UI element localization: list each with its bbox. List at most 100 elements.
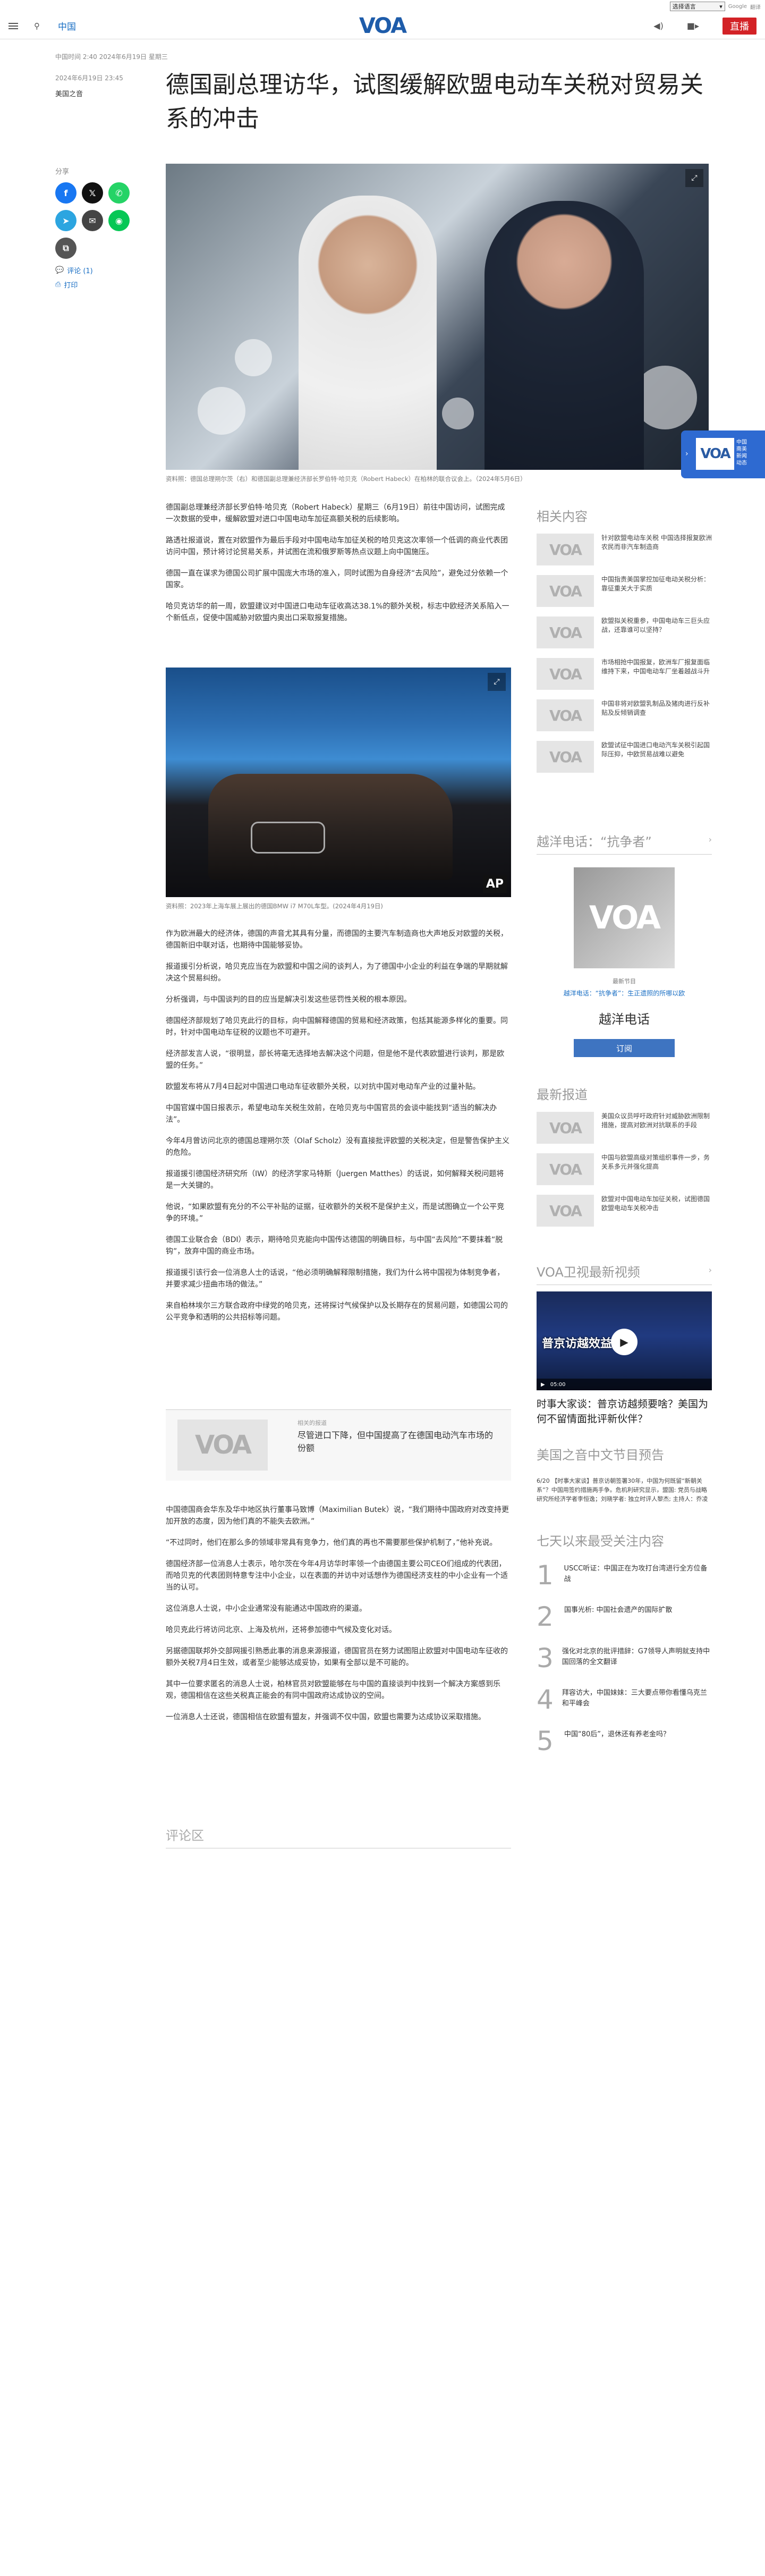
paragraph: 欧盟发布将从7月4日起对中国进口电动车征收额外关税，以对抗中国对电动车产业的过量… <box>166 1083 480 1091</box>
comments-link-label: 评论 (1) <box>67 267 93 275</box>
voa-logo[interactable]: VOA <box>359 14 407 38</box>
list-item[interactable]: VOA 欧盟试征中国进口电动汽车关税引起国际压抑，中欧贸易战难以避免 <box>537 741 712 773</box>
list-item-title: 欧盟试征中国进口电动汽车关税引起国际压抑，中欧贸易战难以避免 <box>601 741 710 758</box>
floating-promo-tab[interactable]: › VOA 中国 南美 新闻 动态 <box>681 430 765 478</box>
list-item[interactable]: VOA 中国非将对欧盟乳制品及猪肉进行反补贴及反倾销调查 <box>537 699 712 731</box>
article-author[interactable]: 美国之音 <box>55 88 83 98</box>
paragraph: 中国官媒中国日报表示，希望电动车关税生效前，在哈贝克与中国官员的会谈中能找到“适… <box>166 1104 497 1124</box>
thumbnail: VOA <box>537 575 594 607</box>
list-item[interactable]: VOA 美国众议员呼吁政府针对威胁欧洲限制措施，提高对欧洲对抗联系的手段 <box>537 1112 712 1144</box>
list-item[interactable]: VOA 中国与欧盟高级对策组织事件一步，务关系多元并强化提高 <box>537 1153 712 1185</box>
list-item[interactable]: VOA 欧盟对中国电动车加征关税，试图德国欧盟电动车关税冲击 <box>537 1195 712 1227</box>
translate-label[interactable]: 翻译 <box>750 3 761 11</box>
print-link-label: 打印 <box>64 282 78 290</box>
list-item-title: USCC听证：中国正在为攻打台湾进行全方位备战 <box>564 1565 708 1583</box>
video-section-title[interactable]: VOA卫视最新视频 › <box>537 1262 712 1285</box>
paragraph: “不过同时，他们在那么多的领域非常具有竞争力，他们真的再也不需要那些保护机制了，… <box>166 1539 497 1547</box>
telegram-icon[interactable]: ➤ <box>55 210 76 231</box>
top7-title: 七天以来最受关注内容 <box>537 1534 664 1549</box>
expand-icon[interactable]: ⤢ <box>488 673 506 691</box>
x-icon[interactable]: 𝕏 <box>82 182 103 204</box>
list-item[interactable]: 3 强化对北京的批评措辞：G7领导人声明就支持中国回落的全文翻译 <box>537 1644 712 1672</box>
menu-icon[interactable] <box>8 22 18 29</box>
hero-image: ⤢ <box>166 164 709 470</box>
nav-china[interactable]: 中国 <box>58 19 76 32</box>
rank-number: 3 <box>537 1643 554 1674</box>
paragraph: 今年4月曾访问北京的德国总理朔尔茨（Olaf Scholz）没有直接批评欧盟的关… <box>166 1137 510 1157</box>
facebook-icon[interactable]: f <box>55 182 76 204</box>
car-caption: 资料照：2023年上海车展上展出的德国BMW i7 M70L车型。(2024年4… <box>166 902 383 910</box>
list-item-title: 中国与欧盟高级对策组织事件一步，务关系多元并强化提高 <box>601 1154 710 1170</box>
article-body-b: 作为欧洲最大的经济体，德国的声音尤其具有分量，而德国的主要汽车制造商也大声地反对… <box>166 928 511 1333</box>
paragraph: 其中一位要求匿名的消息人士说，柏林官员对欧盟能够在与中国的直接谈判中找到一个解决… <box>166 1680 500 1700</box>
podcast-title[interactable]: 越洋电话：“抗争者” › <box>537 831 712 855</box>
search-icon[interactable]: ⚲ <box>34 21 40 31</box>
live-button[interactable]: 直播 <box>722 17 756 35</box>
paragraph: 德国一直在谋求为德国公司扩展中国庞大市场的准入，同时试图为自身经济“去风险”，避… <box>166 569 508 589</box>
list-item[interactable]: VOA 针对欧盟电动车关税 中国选择报复欧洲农民而非汽车制造商 <box>537 534 712 565</box>
comments-section-title: 评论区 <box>166 1825 511 1848</box>
rank-number: 1 <box>537 1560 554 1591</box>
video-icon[interactable]: ■▸ <box>687 21 699 31</box>
paragraph: 一位消息人士还说，德国相信在欧盟有盟友，并强调不仅中国，欧盟也需要为达成协议采取… <box>166 1713 486 1721</box>
promo-text: 中国 南美 新闻 动态 <box>736 440 747 466</box>
paragraph: 报道援引分析说，哈贝克应当在为欧盟和中国之间的谈判人，为了德国中小企业的利益在争… <box>166 962 508 983</box>
chevron-right-icon[interactable]: › <box>685 450 688 458</box>
google-label: Google <box>728 3 747 10</box>
thumbnail: VOA <box>537 1153 594 1185</box>
podcast-title-label: 越洋电话：“抗争者” <box>537 834 652 849</box>
thumbnail: VOA <box>537 534 594 565</box>
list-item-title: 美国众议员呼吁政府针对威胁欧洲限制措施，提高对欧洲对抗联系的手段 <box>601 1112 710 1129</box>
list-item[interactable]: VOA 欧盟拟关税重参，中国电动车三巨头应战，还靠谁可以坚持？ <box>537 616 712 648</box>
latest-episode-label: 最新节目 <box>613 978 636 985</box>
subscribe-button[interactable]: 订阅 <box>574 1039 675 1057</box>
related-story-card[interactable]: VOA 相关的报道 尽管进口下降，但中国提高了在德国电动汽车市场的份额 <box>166 1409 511 1481</box>
paragraph: 来自柏林埃尔三方联合政府中绿党的哈贝克，还将探讨气候保护以及长期存在的贸易问题，… <box>166 1302 508 1322</box>
podcast-name: 越洋电话 <box>599 1012 650 1027</box>
latest-title: 最新报道 <box>537 1087 588 1102</box>
line-icon[interactable]: ◉ <box>108 210 130 231</box>
list-item-title: 拜容访大，中国妹妹：三大要点带你看懂乌克兰和平峰会 <box>562 1689 707 1708</box>
list-item[interactable]: VOA 中国指责美国掌控加征电动关税分析：靠征重关大于实质 <box>537 575 712 607</box>
email-icon[interactable]: ✉ <box>82 210 103 231</box>
play-small-icon[interactable]: ▶ <box>541 1382 545 1388</box>
video-overlay-title: 普京访越效益 <box>542 1337 613 1350</box>
video-player[interactable]: 普京访越效益 ▶ ▶ 05:00 <box>537 1291 712 1390</box>
related-story-thumb: VOA <box>177 1420 268 1471</box>
rank-number: 4 <box>537 1684 554 1715</box>
share-label: 分享 <box>55 168 70 176</box>
comments-link[interactable]: 💬 评论 (1) <box>55 265 130 275</box>
expand-icon[interactable]: ⤢ <box>685 169 703 187</box>
top-strip: 选择语言 ▾ Google 翻译 <box>0 0 765 13</box>
audio-icon[interactable]: ◀) <box>653 21 664 31</box>
video-controls[interactable]: ▶ 05:00 <box>537 1379 712 1390</box>
list-item[interactable]: 4 拜容访大，中国妹妹：三大要点带你看懂乌克兰和平峰会 <box>537 1686 712 1713</box>
program-title: 美国之音中文节目预告 <box>537 1448 664 1463</box>
site-header: ⚲ 中国 VOA ◀) ■▸ 直播 <box>0 13 765 39</box>
play-icon[interactable]: ▶ <box>611 1329 638 1355</box>
thumbnail: VOA <box>537 1112 594 1144</box>
paragraph: 这位消息人士说，中小企业通常没有能通达中国政府的渠道。 <box>166 1604 367 1613</box>
paragraph: 报道援引德国经济研究所（IW）的经济学家马特斯（Juergen Matthes）… <box>166 1170 504 1190</box>
latest-episode-link[interactable]: 越洋电话：“抗争者”：生正遗照的所哪以欧 <box>537 989 712 998</box>
list-item[interactable]: VOA 市场相抢中国报复，欧洲车厂报复面临维持下来，中国电动车厂坐着越战斗升 <box>537 658 712 690</box>
article-body-a: 德国副总理兼经济部长罗伯特·哈贝克（Robert Habeck）星期三（6月19… <box>166 502 511 634</box>
related-title: 相关内容 <box>537 509 588 524</box>
language-select[interactable]: 选择语言 ▾ <box>669 2 725 11</box>
chevron-down-icon: ▾ <box>719 3 722 10</box>
list-item-title: 中国非将对欧盟乳制品及猪肉进行反补贴及反倾销调查 <box>601 700 710 716</box>
paragraph: 作为欧洲最大的经济体，德国的声音尤其具有分量，而德国的主要汽车制造商也大声地反对… <box>166 930 508 950</box>
paragraph: 他说，“如果欧盟有充分的不公平补贴的证据，征收额外的关税不是保护主义，而是试图确… <box>166 1203 505 1223</box>
print-link[interactable]: ⎙ 打印 <box>55 280 130 290</box>
podcast-cover[interactable]: VOA <box>574 867 675 968</box>
paragraph: 德国工业联合会（BDI）表示，期待哈贝克能向中国传达德国的明确目标，与中国“去风… <box>166 1236 503 1256</box>
whatsapp-icon[interactable]: ✆ <box>108 182 130 204</box>
list-item-title: 欧盟拟关税重参，中国电动车三巨头应战，还靠谁可以坚持？ <box>601 617 710 634</box>
list-item[interactable]: 2 国事光析: 中国社会遗产的国际扩散 <box>537 1603 712 1631</box>
paragraph: 分析强调，与中国谈判的目的应当是解决引发这些惩罚性关税的根本原因。 <box>166 995 411 1004</box>
list-item[interactable]: 5 中国“80后”，退休还有养老金吗？ <box>537 1727 712 1755</box>
paragraph: 另据德国联邦外交部网援引熟悉此事的消息来源报道，德国官员在努力试图阻止欧盟对中国… <box>166 1647 508 1667</box>
list-item[interactable]: 1 USCC听证：中国正在为攻打台湾进行全方位备战 <box>537 1561 712 1589</box>
video-caption[interactable]: 时事大家谈：普京访越频要啥？美国为何不留情面批评新伙伴？ <box>537 1397 712 1426</box>
copy-link-icon[interactable]: ⧉ <box>55 238 76 259</box>
